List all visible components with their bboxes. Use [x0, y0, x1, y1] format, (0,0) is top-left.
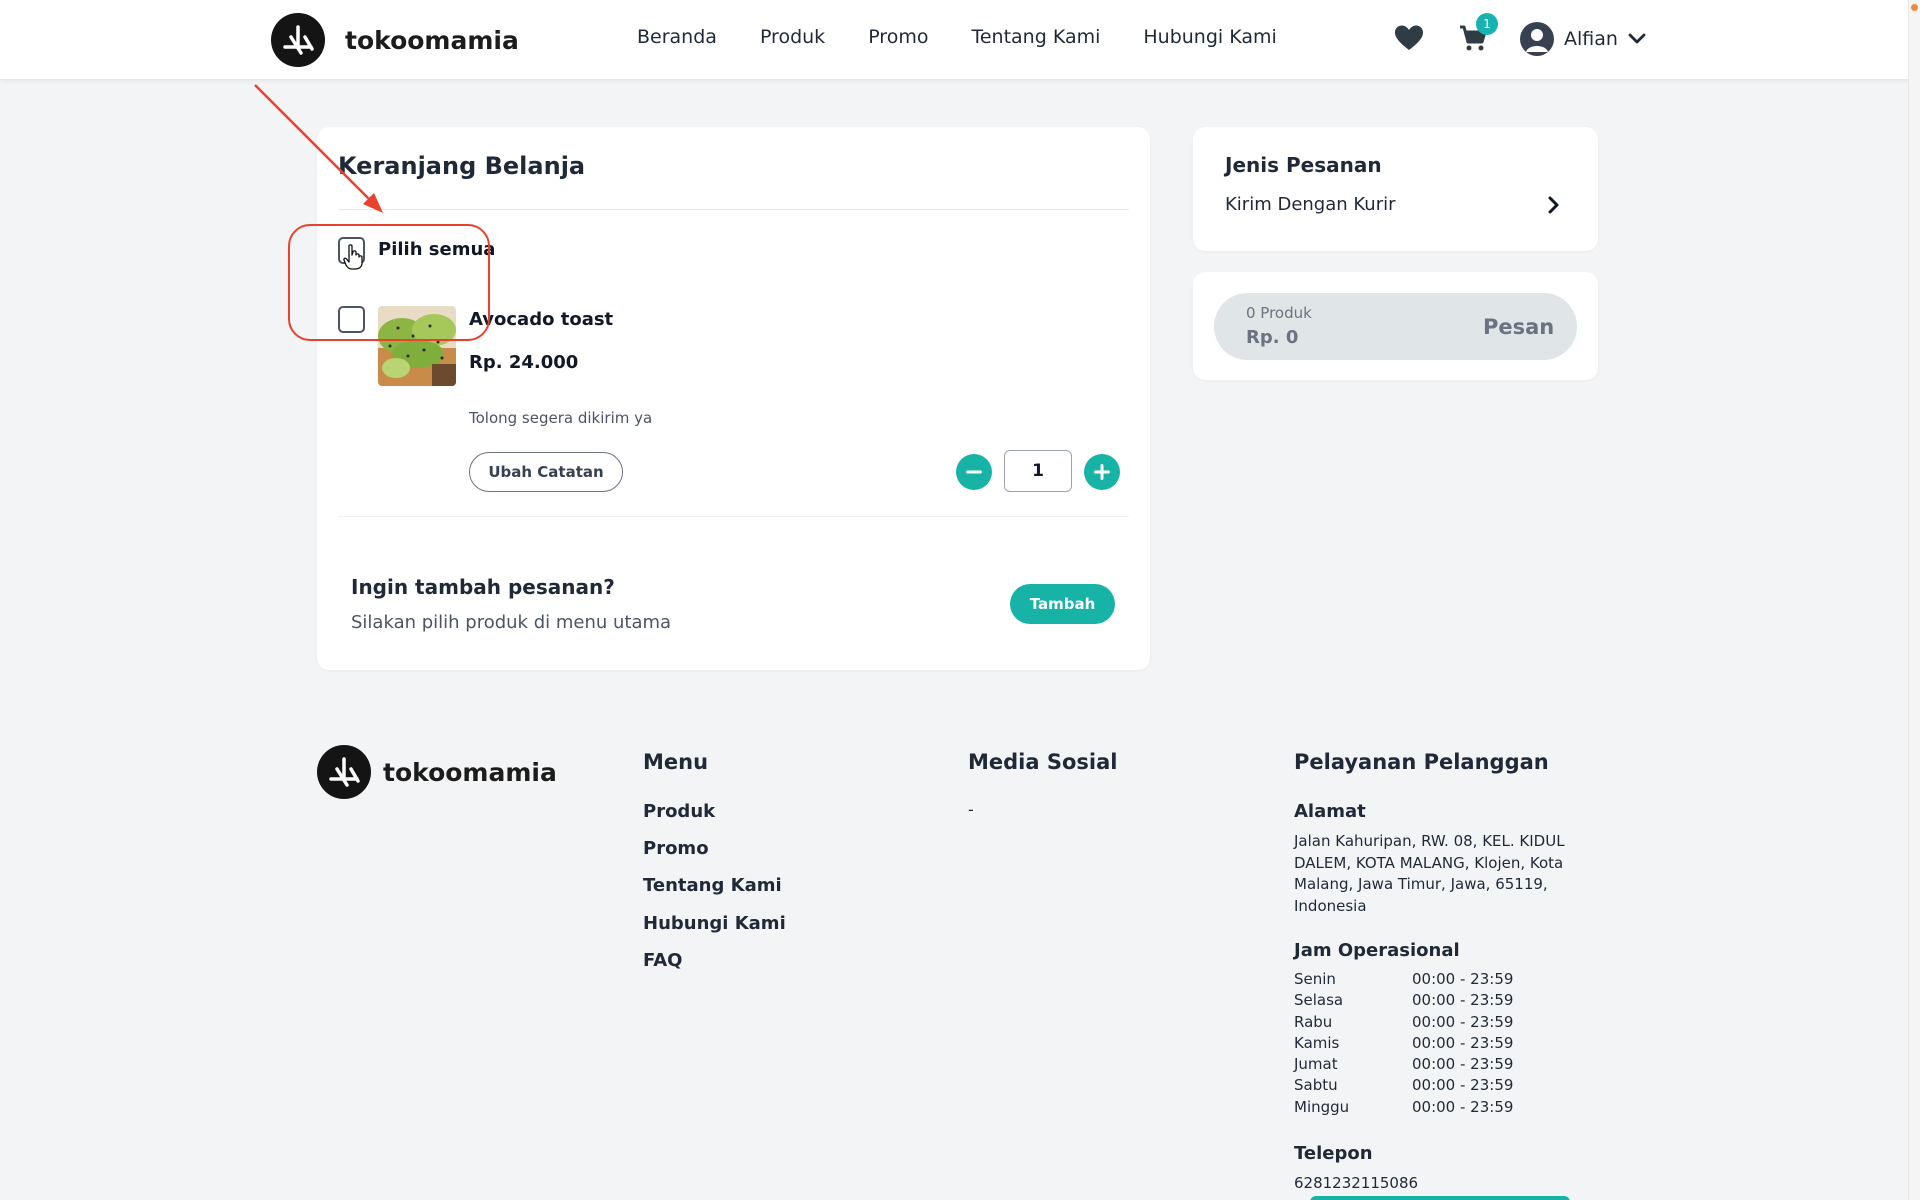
footer-social-title: Media Sosial — [968, 750, 1118, 774]
hours-time: 00:00 - 23:59 — [1412, 991, 1514, 1010]
product-note: Tolong segera dikirim ya — [469, 409, 653, 427]
minus-icon[interactable] — [956, 454, 992, 490]
chevron-down-icon — [1628, 30, 1646, 49]
hours-day: Sabtu — [1294, 1076, 1338, 1095]
footer-phone[interactable]: 6281232115086 — [1294, 1174, 1418, 1192]
add-more-subtitle: Silakan pilih produk di menu utama — [351, 612, 672, 633]
product-price: Rp. 24.000 — [469, 352, 579, 373]
hours-row: Selasa 00:00 - 23:59 — [1294, 991, 1513, 1012]
hours-row: Minggu 00:00 - 23:59 — [1294, 1098, 1513, 1119]
annotation-highlight — [288, 224, 490, 341]
footer-link-tentang-kami[interactable]: Tentang Kami — [643, 875, 782, 896]
checkout-label: Pesan — [1483, 315, 1555, 339]
order-type-title: Jenis Pesanan — [1225, 153, 1382, 177]
floating-chat-button[interactable] — [1310, 1196, 1570, 1200]
top-navbar: tokoomamia Beranda Produk Promo Tentang … — [0, 0, 1920, 80]
summary-count: 0 Produk — [1246, 304, 1312, 322]
footer-phone-title: Telepon — [1294, 1143, 1373, 1164]
footer-hours-title: Jam Operasional — [1294, 940, 1460, 961]
footer-link-produk[interactable]: Produk — [643, 801, 715, 822]
main-nav: Beranda Produk Promo Tentang Kami Hubung… — [637, 26, 1277, 48]
edit-note-button[interactable]: Ubah Catatan — [469, 452, 623, 492]
footer-menu-title: Menu — [643, 750, 709, 774]
header-logo[interactable]: tokoomamia — [271, 13, 519, 67]
opening-hours-list: Senin 00:00 - 23:59 Selasa 00:00 - 23:59 R… — [1294, 970, 1513, 1119]
page-scrollbar[interactable] — [1908, 0, 1920, 1200]
footer-brand-name: tokoomamia — [383, 757, 557, 787]
summary-total: Rp. 0 — [1246, 327, 1299, 348]
hours-day: Rabu — [1294, 1012, 1333, 1031]
hours-time: 00:00 - 23:59 — [1412, 1076, 1514, 1095]
cart-item-divider — [338, 516, 1129, 517]
hours-row: Sabtu 00:00 - 23:59 — [1294, 1076, 1513, 1097]
user-avatar-icon — [1520, 22, 1554, 56]
hours-time: 00:00 - 23:59 — [1412, 1097, 1514, 1116]
footer-logo-icon — [317, 745, 371, 799]
hours-time: 00:00 - 23:59 — [1412, 1033, 1514, 1052]
cart-count-badge: 1 — [1476, 13, 1498, 35]
hours-row: Senin 00:00 - 23:59 — [1294, 970, 1513, 991]
nav-produk[interactable]: Produk — [760, 26, 825, 48]
heart-icon[interactable] — [1394, 24, 1424, 52]
quantity-input[interactable] — [1004, 450, 1072, 492]
hours-row: Rabu 00:00 - 23:59 — [1294, 1013, 1513, 1034]
nav-beranda[interactable]: Beranda — [637, 26, 717, 48]
user-name: Alfian — [1564, 28, 1618, 50]
plus-icon[interactable] — [1084, 454, 1120, 490]
logo-icon — [271, 13, 325, 67]
hours-day: Selasa — [1294, 991, 1344, 1010]
footer-service-title: Pelayanan Pelanggan — [1294, 750, 1549, 774]
annotation-arrow — [254, 84, 383, 213]
nav-tentang-kami[interactable]: Tentang Kami — [971, 26, 1100, 48]
product-name: Avocado toast — [469, 309, 614, 330]
hours-day: Minggu — [1294, 1097, 1350, 1116]
hours-row: Kamis 00:00 - 23:59 — [1294, 1034, 1513, 1055]
hours-day: Senin — [1294, 970, 1336, 988]
add-more-title: Ingin tambah pesanan? — [351, 575, 615, 599]
footer-link-promo[interactable]: Promo — [643, 838, 709, 859]
brand-name: tokoomamia — [345, 25, 519, 55]
hours-row: Jumat 00:00 - 23:59 — [1294, 1055, 1513, 1076]
hours-time: 00:00 - 23:59 — [1412, 1055, 1514, 1074]
footer-logo[interactable]: tokoomamia — [317, 745, 557, 799]
add-more-button[interactable]: Tambah — [1010, 584, 1115, 624]
footer-link-hubungi-kami[interactable]: Hubungi Kami — [643, 913, 786, 934]
scroll-indicator — [1911, 4, 1918, 11]
hours-time: 00:00 - 23:59 — [1412, 970, 1514, 988]
nav-hubungi-kami[interactable]: Hubungi Kami — [1143, 26, 1276, 48]
chevron-right-icon[interactable] — [1547, 195, 1561, 219]
order-type-card[interactable] — [1193, 127, 1598, 251]
footer-address-title: Alamat — [1294, 801, 1366, 822]
order-type-value[interactable]: Kirim Dengan Kurir — [1225, 194, 1396, 215]
hours-time: 00:00 - 23:59 — [1412, 1012, 1514, 1031]
hours-day: Jumat — [1294, 1055, 1338, 1074]
footer-social-value: - — [968, 800, 974, 819]
hours-day: Kamis — [1294, 1033, 1340, 1052]
footer-link-faq[interactable]: FAQ — [643, 950, 682, 971]
cart-divider — [338, 209, 1129, 210]
hand-cursor-icon — [343, 244, 363, 274]
footer-address: Jalan Kahuripan, RW. 08, KEL. KIDUL DALE… — [1294, 832, 1565, 915]
nav-promo[interactable]: Promo — [868, 26, 928, 48]
user-menu[interactable]: Alfian — [1520, 22, 1646, 56]
